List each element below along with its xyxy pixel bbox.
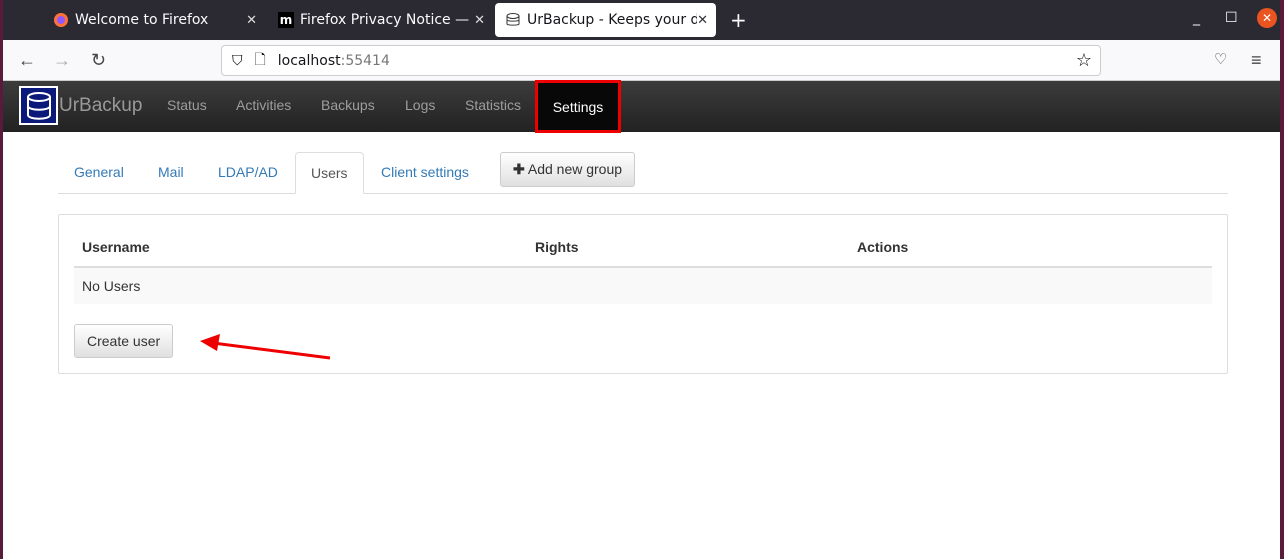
mozilla-icon: m bbox=[278, 12, 294, 28]
browser-tab-bar: Welcome to Firefox ✕ m Firefox Privacy Not… bbox=[3, 0, 1280, 40]
red-arrow-annotation bbox=[200, 334, 331, 360]
close-tab-icon[interactable]: ✕ bbox=[697, 13, 708, 28]
urbackup-logo-icon bbox=[19, 86, 58, 125]
create-user-button[interactable]: Create user bbox=[74, 324, 174, 358]
url-port: :55414 bbox=[340, 52, 390, 69]
browser-tab-welcome[interactable]: Welcome to Firefox ✕ bbox=[43, 3, 265, 37]
shield-icon: ⛉ bbox=[232, 52, 243, 69]
brand[interactable]: UrBackup bbox=[59, 95, 142, 117]
browser-tab-urbackup[interactable]: UrBackup - Keeps your da ✕ bbox=[495, 3, 716, 37]
tab-client-settings[interactable]: Client settings bbox=[366, 152, 484, 194]
reload-icon[interactable]: ↻ bbox=[91, 50, 106, 71]
tab-general[interactable]: General bbox=[59, 152, 139, 194]
tab-users[interactable]: Users bbox=[295, 152, 364, 194]
browser-tab-privacy[interactable]: m Firefox Privacy Notice — ✕ bbox=[268, 3, 493, 37]
new-tab-icon[interactable]: + bbox=[730, 8, 747, 32]
header-username: Username bbox=[82, 239, 150, 255]
page-icon: 🗋 bbox=[254, 51, 266, 68]
tab-mail[interactable]: Mail bbox=[143, 152, 199, 194]
minimize-icon[interactable]: _ bbox=[1193, 10, 1200, 26]
menu-icon[interactable]: ≡ bbox=[1251, 50, 1262, 71]
tab-title: Welcome to Firefox bbox=[75, 12, 209, 28]
app-navbar: UrBackup Status Activities Backups Logs … bbox=[3, 80, 1280, 133]
url-host: localhost bbox=[277, 52, 341, 69]
plus-icon: ✚ bbox=[513, 161, 525, 177]
header-actions: Actions bbox=[857, 239, 909, 255]
close-tab-icon[interactable]: ✕ bbox=[474, 13, 485, 28]
nav-settings[interactable]: Settings bbox=[535, 80, 621, 133]
forward-icon[interactable]: → bbox=[53, 50, 71, 71]
firefox-icon bbox=[53, 12, 69, 28]
browser-toolbar: ← → ↻ ⛉ 🗋 localhost:55414 ☆ ♡ ≡ bbox=[3, 40, 1280, 81]
tab-title: Firefox Privacy Notice — bbox=[300, 12, 470, 28]
maximize-icon[interactable]: ☐ bbox=[1225, 10, 1238, 26]
button-label: Add new group bbox=[527, 161, 623, 177]
database-icon bbox=[505, 12, 521, 28]
pocket-icon[interactable]: ♡ bbox=[1214, 50, 1227, 68]
bookmark-star-icon[interactable]: ☆ bbox=[1076, 50, 1092, 71]
header-rights: Rights bbox=[535, 239, 579, 255]
add-new-group-button[interactable]: ✚ Add new group bbox=[500, 152, 636, 187]
nav-logs[interactable]: Logs bbox=[405, 97, 435, 113]
nav-activities[interactable]: Activities bbox=[236, 97, 291, 113]
window-close-icon[interactable]: ✕ bbox=[1257, 8, 1277, 28]
nav-backups[interactable]: Backups bbox=[321, 97, 375, 113]
nav-statistics[interactable]: Statistics bbox=[465, 97, 521, 113]
table-row-empty: No Users bbox=[74, 268, 1212, 304]
back-icon[interactable]: ← bbox=[18, 50, 36, 71]
tab-ldap[interactable]: LDAP/AD bbox=[203, 152, 293, 194]
tab-title: UrBackup - Keeps your da bbox=[527, 12, 697, 28]
url-bar[interactable]: ⛉ 🗋 localhost:55414 ☆ bbox=[221, 45, 1101, 76]
close-tab-icon[interactable]: ✕ bbox=[246, 13, 257, 28]
nav-status[interactable]: Status bbox=[167, 97, 207, 113]
settings-tabs: General Mail LDAP/AD Users Client settin… bbox=[58, 152, 1228, 194]
